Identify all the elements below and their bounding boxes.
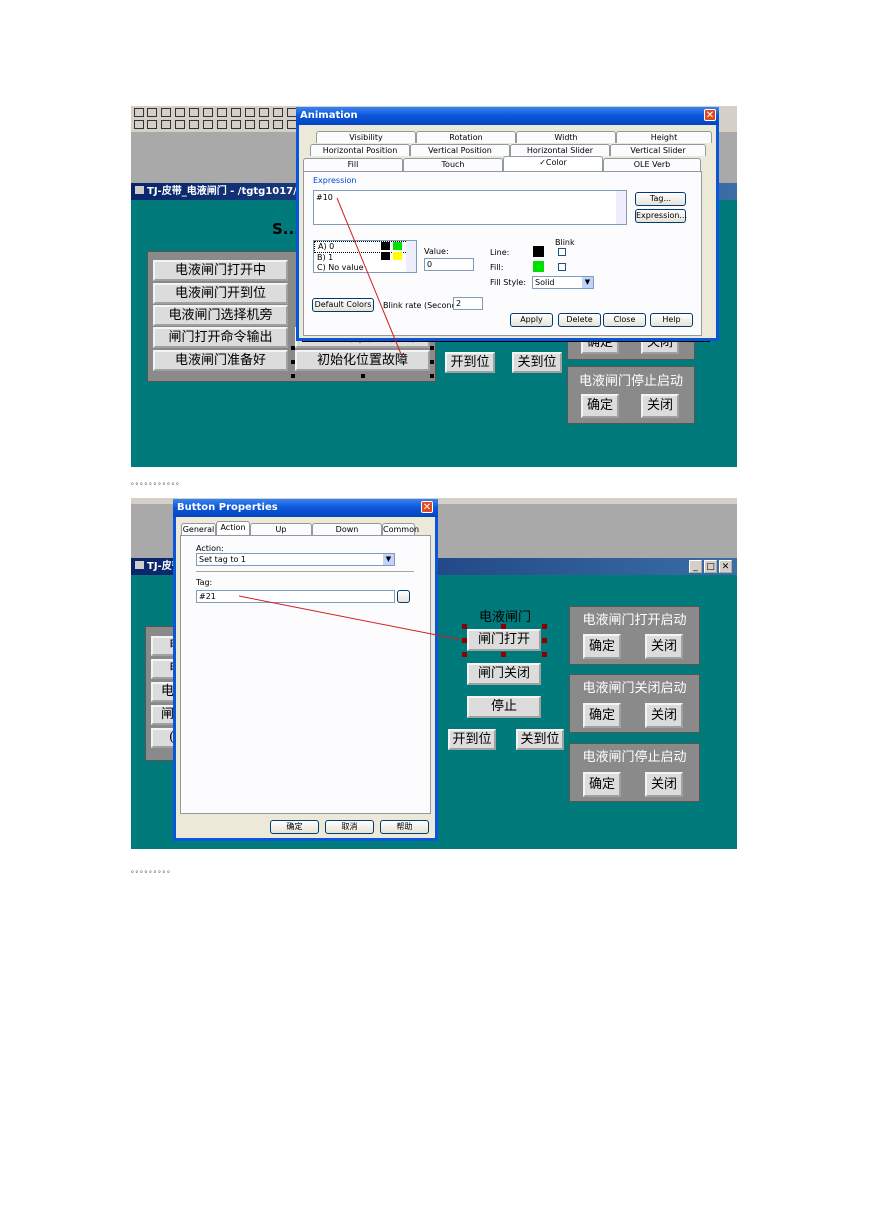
screenshot-animation-dialog: TJ-皮带_电液闸门 - /tgtg1017/ S... 电液闸门打开中 电液闸… [131, 106, 737, 467]
caption-1: 。。。。。。。。。。。 [131, 478, 184, 486]
annotation-arrow-line [238, 595, 463, 641]
annotation-arrow-line [336, 197, 402, 355]
screenshot-button-properties: TJ-皮带 _ □ ✕ 电 电 电 闸 ( 电液闸门 闸门打开 闸门关闭 停止 … [131, 498, 737, 849]
caption-2: 。。。。。。。。。 [131, 866, 175, 874]
